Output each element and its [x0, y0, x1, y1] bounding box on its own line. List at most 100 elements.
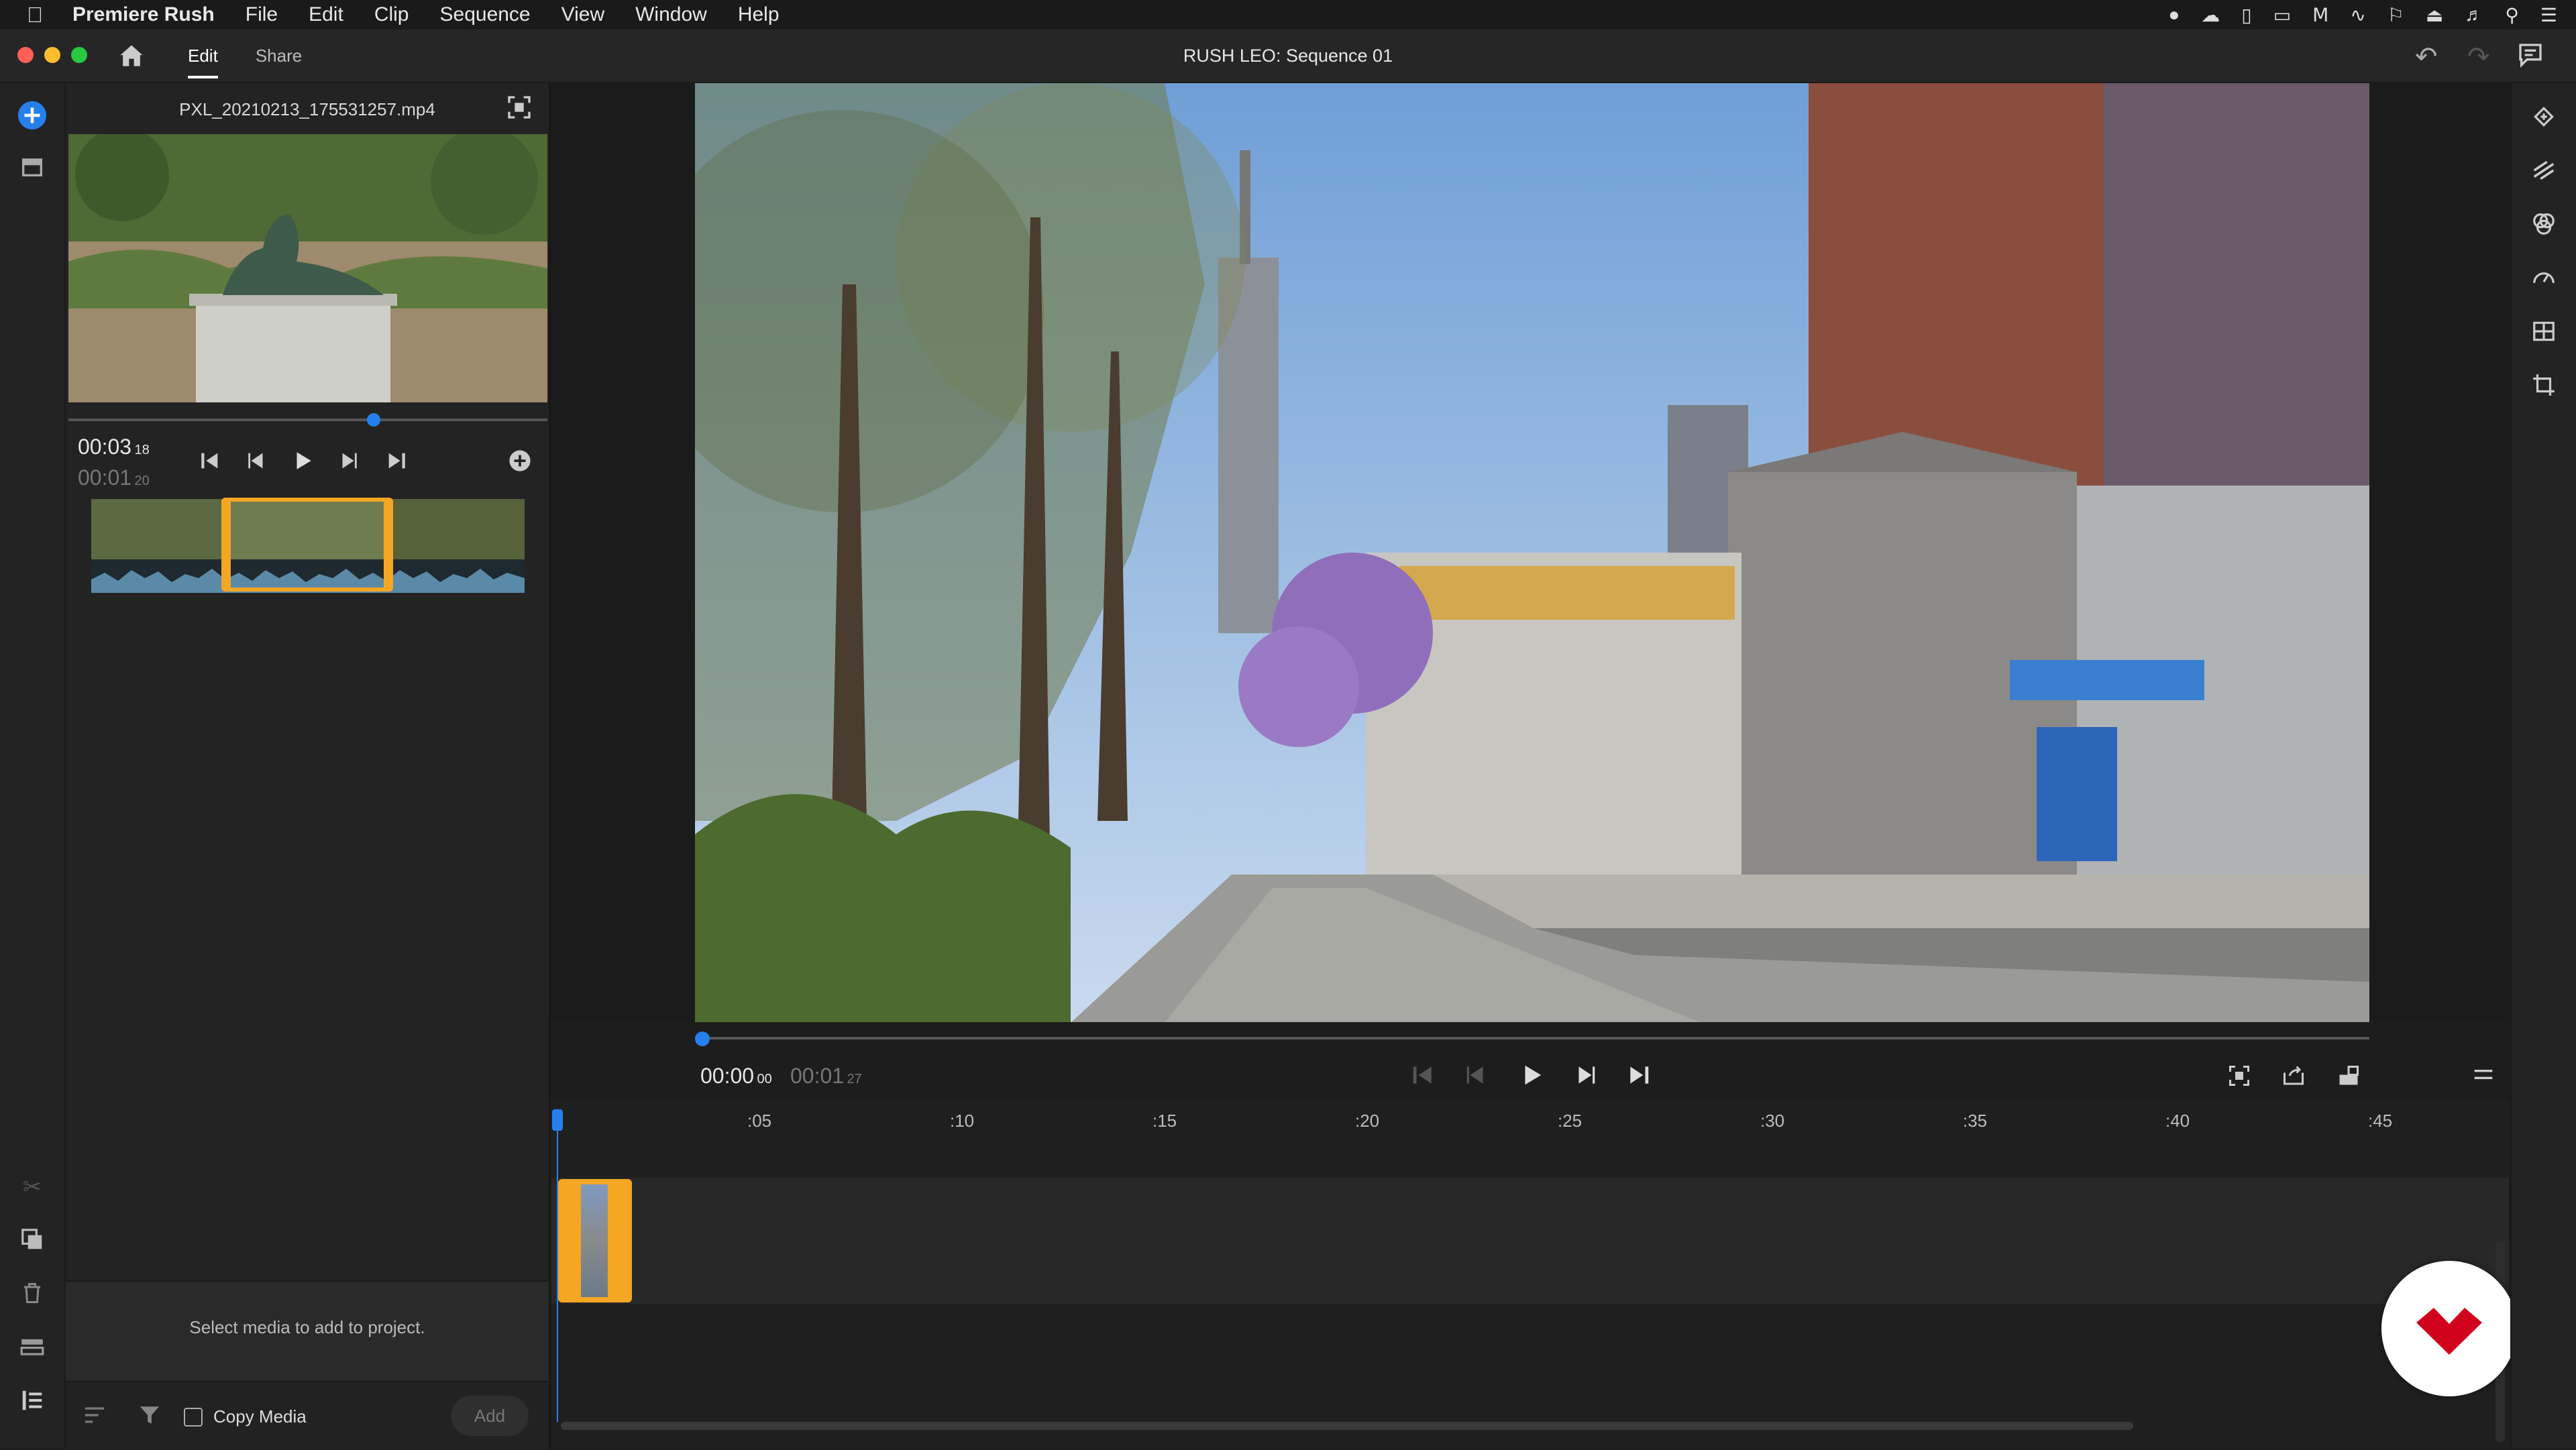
step-forward-icon[interactable] [337, 449, 360, 478]
media-filename: PXL_20210213_175531257.mp4 [179, 99, 435, 119]
ruler-mark: :25 [1558, 1111, 1582, 1131]
program-duration: 00:01 27 [790, 1064, 862, 1088]
color-icon[interactable] [2526, 207, 2561, 241]
program-video-frame[interactable] [695, 83, 2369, 1023]
crop-transform-icon[interactable] [2526, 368, 2561, 402]
panel-menu-icon[interactable] [2473, 1066, 2494, 1086]
ruler-mark: :30 [1760, 1111, 1785, 1131]
wifi-icon[interactable]: ∿ [2350, 4, 2365, 26]
program-monitor [551, 83, 2509, 1023]
aspect-ratio-icon[interactable] [2336, 1064, 2361, 1091]
ruler-mark: :10 [950, 1111, 975, 1131]
spotlight-search-icon[interactable]: ⚲ [2505, 4, 2519, 26]
apple-icon[interactable]:  [27, 3, 43, 27]
menu-app-name[interactable]: Premiere Rush [72, 3, 215, 26]
copy-media-label: Copy Media [213, 1406, 307, 1427]
add-media-icon[interactable] [16, 99, 48, 131]
flag-icon[interactable]: ⚐ [2387, 4, 2404, 26]
add-to-timeline-icon[interactable] [508, 449, 531, 478]
step-back-icon[interactable] [246, 449, 268, 478]
program-step-forward-icon[interactable] [1572, 1062, 1598, 1091]
undo-icon[interactable]: ↶ [2415, 42, 2438, 72]
media-footer: Copy Media Add [66, 1381, 549, 1450]
ruler-mark: :45 [2368, 1111, 2393, 1131]
volume-icon[interactable]: ♬ [2465, 4, 2483, 25]
clip-thumbnail [581, 1184, 608, 1297]
mode-tabs: Edit Share [188, 30, 302, 82]
bluetooth-icon[interactable]: Ⅿ [2312, 4, 2328, 26]
timeline-playhead-line[interactable] [557, 1113, 558, 1422]
delete-icon[interactable] [16, 1277, 48, 1309]
preview-current-time: 00:03 18 [78, 435, 150, 459]
fullscreen-preview-icon[interactable] [506, 94, 533, 121]
copy-media-checkbox[interactable] [184, 1408, 203, 1427]
menu-edit[interactable]: Edit [309, 3, 343, 26]
ruler-mark: :20 [1355, 1111, 1380, 1131]
preview-scrubber-handle[interactable] [367, 413, 380, 427]
program-go-to-start-icon[interactable] [1410, 1062, 1436, 1091]
control-center-icon[interactable]: ☰ [2540, 4, 2557, 26]
project-assets-icon[interactable] [16, 150, 48, 182]
program-controls: 00:00 00 00:01 27 [551, 1022, 2509, 1109]
menu-help[interactable]: Help [738, 3, 780, 26]
tab-share[interactable]: Share [256, 40, 302, 72]
menu-bar:  Premiere Rush File Edit Clip Sequence … [0, 0, 2576, 30]
preview-duration: 00:01 20 [78, 465, 150, 490]
speed-icon[interactable] [2526, 260, 2561, 295]
menu-view[interactable]: View [561, 3, 604, 26]
timeline-playhead-handle[interactable] [552, 1109, 563, 1131]
watermark-logo [2381, 1261, 2517, 1396]
program-scrubber-track[interactable] [695, 1037, 2369, 1040]
cloud-drive-icon[interactable]: ▯ [2241, 4, 2251, 26]
timeline-panel: :05 :10 :15 :20 :25 :30 :35 :40 :45 [551, 1100, 2509, 1449]
media-browser-panel: PXL_20210213_175531257.mp4 00:03 18 00:0… [66, 83, 551, 1450]
transitions-icon[interactable] [2526, 153, 2561, 188]
left-toolbar: ✂ [0, 83, 66, 1449]
program-scrubber-handle[interactable] [695, 1031, 710, 1046]
filter-icon[interactable] [138, 1404, 161, 1430]
sequence-title: RUSH LEO: Sequence 01 [1183, 46, 1393, 66]
tab-edit[interactable]: Edit [188, 40, 218, 78]
ruler-mark: :40 [2165, 1111, 2190, 1131]
timeline-clip[interactable] [558, 1179, 632, 1302]
sort-icon[interactable] [83, 1405, 106, 1429]
menu-window[interactable]: Window [635, 3, 707, 26]
program-play-icon[interactable] [1519, 1062, 1544, 1091]
audio-icon[interactable] [2526, 314, 2561, 349]
menu-sequence[interactable]: Sequence [440, 3, 531, 26]
eject-icon[interactable]: ⏏ [2426, 4, 2443, 26]
airplay-icon[interactable]: ▭ [2273, 4, 2291, 26]
share-export-icon[interactable] [2281, 1064, 2306, 1091]
program-current-time: 00:00 00 [700, 1064, 772, 1088]
program-step-back-icon[interactable] [1464, 1062, 1489, 1091]
menu-file[interactable]: File [246, 3, 278, 26]
track-height-icon[interactable] [16, 1331, 48, 1363]
duplicate-icon[interactable] [16, 1223, 48, 1256]
select-media-message: Select media to add to project. [189, 1317, 425, 1337]
program-go-to-end-icon[interactable] [1626, 1062, 1652, 1091]
filmstrip-selection[interactable] [221, 498, 393, 592]
app-header: RUSH LEO: Sequence 01 Edit Share ↶ ↷ [0, 30, 2576, 83]
menu-clip[interactable]: Clip [374, 3, 409, 26]
record-icon[interactable]: ● [2168, 4, 2180, 25]
feedback-icon[interactable] [2517, 42, 2544, 68]
ruler-mark: :15 [1152, 1111, 1177, 1131]
go-to-end-icon[interactable] [385, 449, 408, 478]
right-tools-rail [2510, 83, 2576, 1449]
ruler-mark: :05 [747, 1111, 772, 1131]
video-track[interactable] [551, 1178, 2509, 1304]
fullscreen-icon[interactable] [2227, 1064, 2251, 1091]
titles-icon[interactable] [2526, 99, 2561, 134]
media-preview-image [68, 134, 547, 402]
preview-scrubber-track[interactable] [68, 419, 547, 421]
split-clip-icon[interactable]: ✂ [16, 1171, 48, 1203]
add-button[interactable]: Add [451, 1396, 529, 1436]
play-icon[interactable] [291, 449, 314, 478]
redo-icon[interactable]: ↷ [2467, 42, 2490, 72]
go-to-start-icon[interactable] [199, 449, 221, 478]
status-icons: ● ☁ ▯ ▭ Ⅿ ∿ ⚐ ⏏ ♬ ⚲ ☰ [2168, 0, 2557, 30]
timeline-list-icon[interactable] [16, 1384, 48, 1416]
timeline-ruler[interactable]: :05 :10 :15 :20 :25 :30 :35 :40 :45 [551, 1100, 2509, 1140]
creative-cloud-icon[interactable]: ☁ [2201, 4, 2220, 26]
timeline-scrollbar[interactable] [561, 1422, 2133, 1430]
